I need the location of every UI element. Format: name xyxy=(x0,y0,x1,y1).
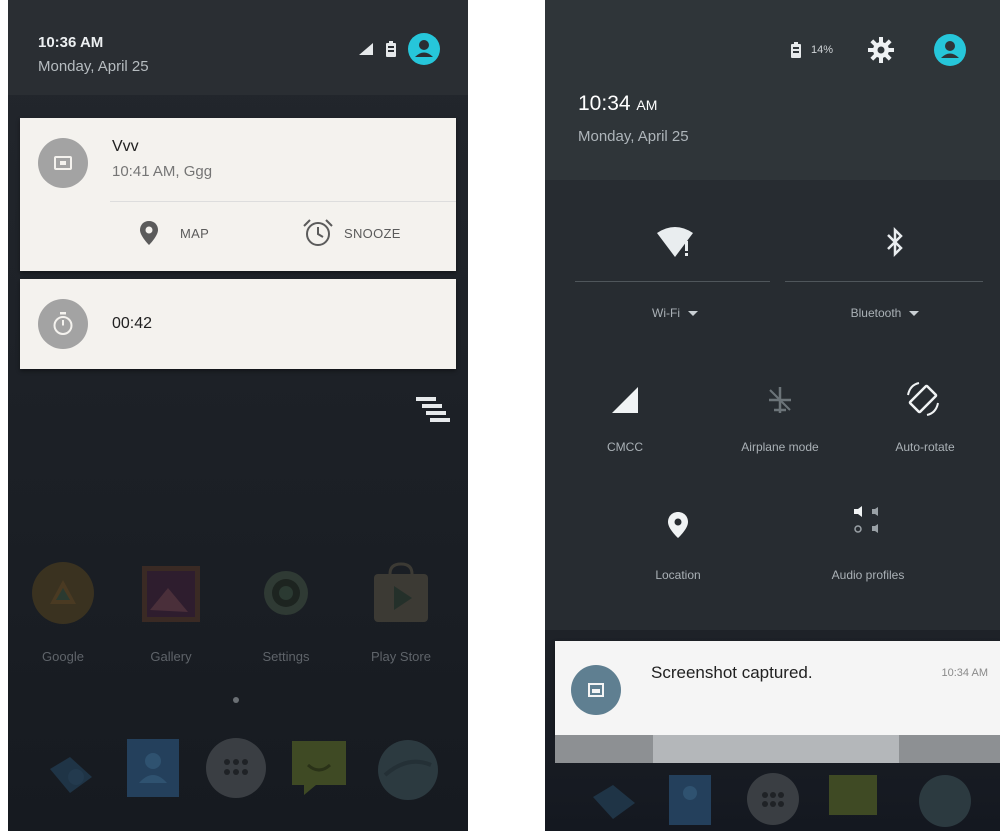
alarm-notification[interactable]: Vvv 10:41 AM, Ggg MAP SNOOZE xyxy=(20,118,456,271)
auto-rotate-label: Auto-rotate xyxy=(895,440,955,454)
bluetooth-tile[interactable] xyxy=(865,222,925,262)
alarm-title: Vvv xyxy=(112,138,139,155)
alarm-clock-icon xyxy=(303,219,333,246)
map-action-button[interactable]: MAP xyxy=(140,221,209,245)
browser-icon[interactable] xyxy=(915,771,975,831)
wifi-dropdown[interactable]: Wi-Fi xyxy=(620,306,730,320)
stopwatch-icon xyxy=(38,299,88,349)
gallery-icon xyxy=(142,566,200,622)
cmcc-label: CMCC xyxy=(607,440,643,454)
home-dock xyxy=(545,765,1000,831)
app-label: Gallery xyxy=(150,649,192,664)
qs-time-suffix: AM xyxy=(636,97,658,113)
quick-settings-panel: Wi-Fi Bluetooth CMCC Airplane mode Auto-… xyxy=(545,180,1000,630)
app-label: Settings xyxy=(262,649,310,664)
screenshot-notification[interactable]: Screenshot captured. 10:34 AM xyxy=(555,641,1000,735)
location-icon xyxy=(668,512,688,538)
messaging-icon[interactable] xyxy=(825,771,881,827)
location-tile[interactable] xyxy=(663,508,693,542)
user-avatar-icon[interactable] xyxy=(408,33,440,65)
right-screen: 14% 10:34 AM Monday, April 25 Wi-Fi Blue… xyxy=(545,0,1000,831)
battery-icon xyxy=(791,42,801,58)
settings-icon xyxy=(264,571,308,615)
page-indicator xyxy=(233,697,239,703)
home-dock xyxy=(8,735,468,825)
clear-all-icon[interactable] xyxy=(416,397,450,423)
wifi-tile[interactable] xyxy=(640,222,710,262)
app-drawer-icon[interactable] xyxy=(745,771,801,827)
battery-percent: 14% xyxy=(811,44,834,56)
settings-gear-icon[interactable] xyxy=(868,37,894,63)
wifi-label: Wi-Fi xyxy=(652,306,680,320)
timer-notification[interactable]: 00:42 xyxy=(20,279,456,369)
audio-profiles-label: Audio profiles xyxy=(831,568,905,582)
app-google[interactable]: Google xyxy=(18,560,108,664)
status-date: Monday, April 25 xyxy=(38,58,149,75)
phone-icon[interactable] xyxy=(36,735,106,805)
auto-rotate-tile[interactable] xyxy=(900,376,946,422)
chevron-down-icon xyxy=(909,311,920,317)
qs-time: 10:34 AM xyxy=(578,92,657,116)
app-label: Google xyxy=(42,649,84,664)
bluetooth-icon xyxy=(887,226,903,258)
contacts-icon[interactable] xyxy=(123,735,183,801)
app-play-store[interactable]: Play Store xyxy=(356,560,446,664)
cmcc-tile[interactable] xyxy=(605,380,645,420)
airplane-icon xyxy=(769,387,791,413)
home-app-row: Google Gallery Settings Play Store xyxy=(8,560,468,680)
qs-date: Monday, April 25 xyxy=(578,128,689,145)
bluetooth-label: Bluetooth xyxy=(850,306,902,320)
status-time: 10:36 AM xyxy=(38,34,104,51)
cellular-signal-icon xyxy=(612,387,638,413)
browser-icon[interactable] xyxy=(373,735,443,805)
airplane-label: Airplane mode xyxy=(741,440,819,454)
alarm-subtitle: 10:41 AM, Ggg xyxy=(112,163,213,180)
app-label: Play Store xyxy=(371,649,431,664)
airplane-tile[interactable] xyxy=(760,380,800,420)
google-app-icon xyxy=(32,562,94,624)
card-divider xyxy=(110,201,456,202)
battery-icon xyxy=(386,41,396,57)
chevron-down-icon xyxy=(687,311,698,317)
shade-drag-handle[interactable] xyxy=(653,735,899,763)
wifi-icon xyxy=(657,227,693,257)
alarm-event-icon xyxy=(38,138,88,188)
user-avatar-icon[interactable] xyxy=(934,34,966,66)
auto-rotate-icon xyxy=(907,382,939,416)
signal-icon xyxy=(359,43,373,55)
app-gallery[interactable]: Gallery xyxy=(126,560,216,664)
bluetooth-dropdown[interactable]: Bluetooth xyxy=(825,306,945,320)
location-label: Location xyxy=(655,568,701,582)
screenshot-title: Screenshot captured. xyxy=(651,663,813,682)
audio-profiles-tile[interactable] xyxy=(843,500,893,544)
map-action-label: MAP xyxy=(180,225,210,241)
quick-settings-header: 14% 10:34 AM Monday, April 25 xyxy=(545,0,1000,180)
left-screen: 10:36 AM Monday, April 25 Vvv 10:41 AM, … xyxy=(8,0,468,831)
snooze-action-label: SNOOZE xyxy=(344,225,401,241)
play-store-icon xyxy=(374,562,428,622)
qs-time-value: 10:34 xyxy=(578,92,631,115)
notification-header: 10:36 AM Monday, April 25 xyxy=(8,0,468,95)
snooze-action-button[interactable]: SNOOZE xyxy=(302,218,401,248)
image-icon xyxy=(571,665,621,715)
map-pin-icon xyxy=(140,221,158,245)
audio-profiles-icon xyxy=(854,506,878,533)
phone-icon[interactable] xyxy=(585,771,645,827)
timer-value: 00:42 xyxy=(112,315,153,332)
wifi-divider xyxy=(575,281,770,282)
messaging-icon[interactable] xyxy=(286,735,352,801)
screenshot-time: 10:34 AM xyxy=(941,667,988,679)
contacts-icon[interactable] xyxy=(665,771,715,827)
app-drawer-icon[interactable] xyxy=(203,735,269,801)
bluetooth-divider xyxy=(785,281,983,282)
app-settings[interactable]: Settings xyxy=(241,560,331,664)
